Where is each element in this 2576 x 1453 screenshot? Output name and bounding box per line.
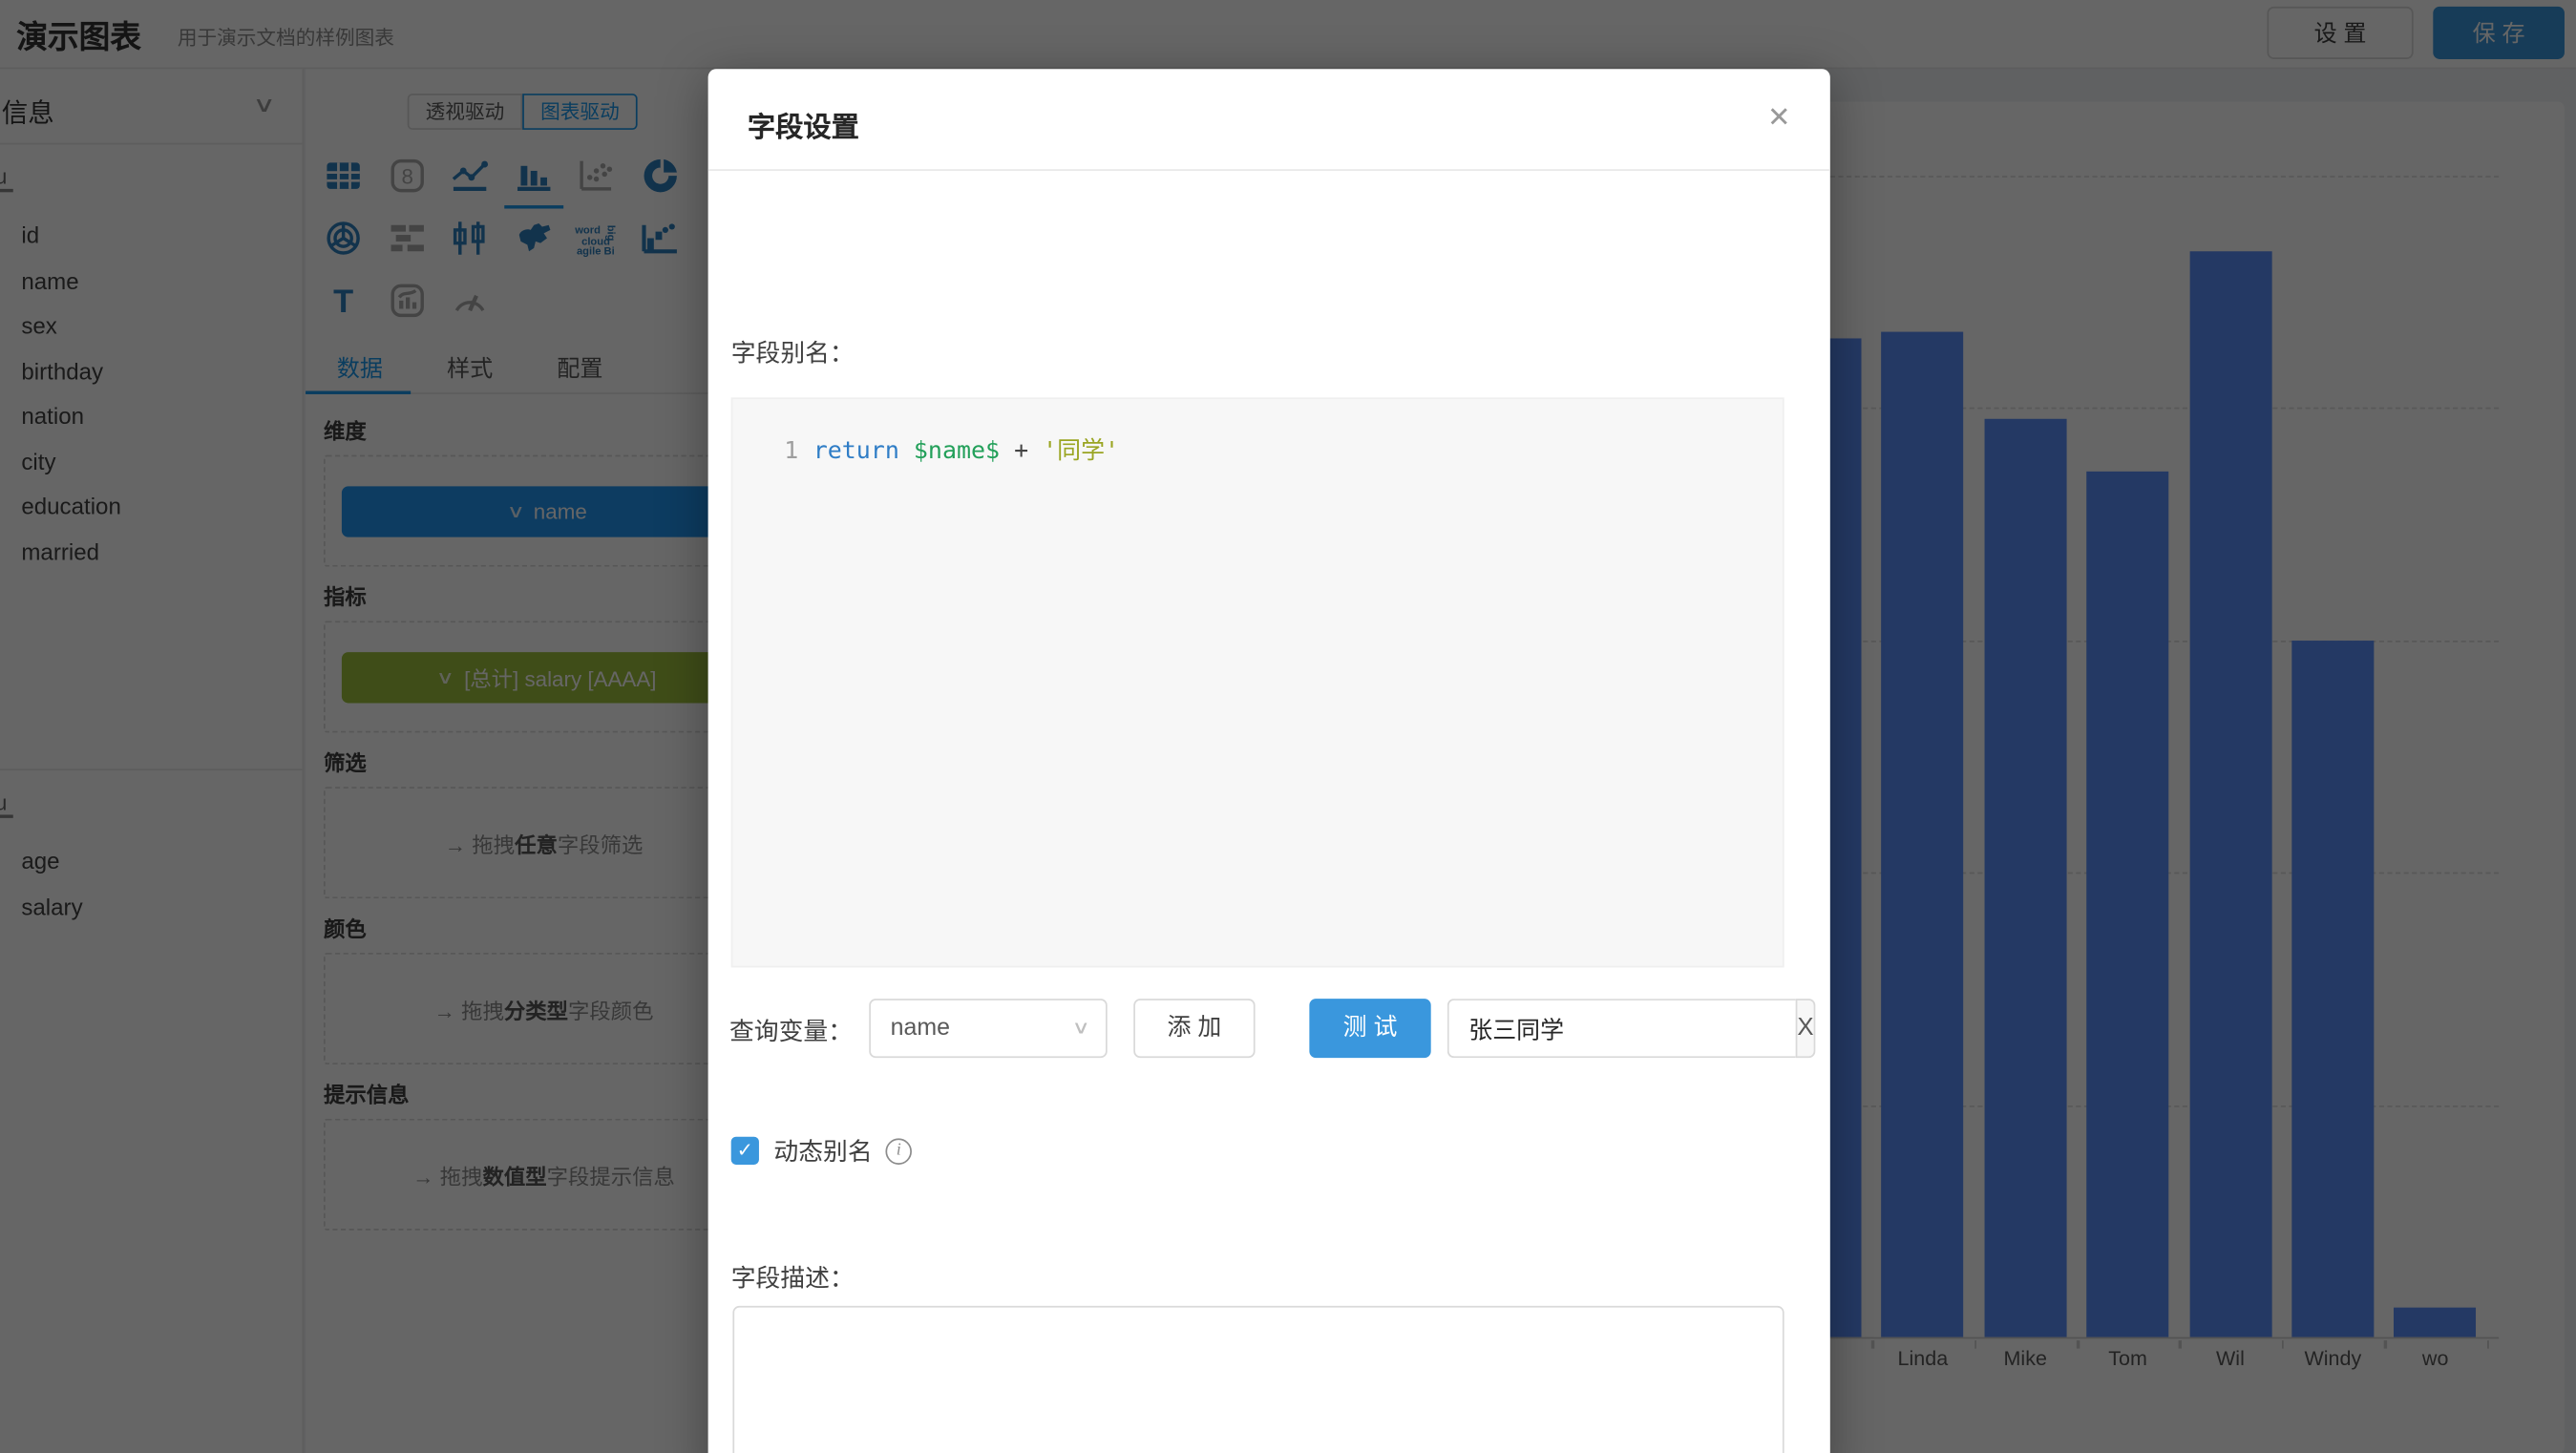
clear-button[interactable]: X: [1796, 999, 1816, 1058]
code-line: 1return $name$ + '同学': [732, 432, 1119, 467]
info-icon[interactable]: i: [885, 1138, 912, 1165]
dynamic-alias-row: ✓ 动态别名 i: [731, 1133, 912, 1168]
alias-label: 字段别名：: [731, 335, 855, 369]
test-result-group: X: [1447, 999, 1784, 1058]
variable-select-value: name: [891, 1015, 950, 1042]
variable-select[interactable]: name ∨: [869, 999, 1107, 1058]
chevron-down-icon: ∨: [1071, 1000, 1089, 1057]
modal-header: 字段设置 ✕: [708, 69, 1830, 171]
test-button[interactable]: 测 试: [1309, 999, 1430, 1058]
dynamic-alias-label: 动态别名: [773, 1133, 872, 1168]
test-result-input[interactable]: [1447, 999, 1796, 1058]
query-variable-row: 查询变量： name ∨ 添 加 测 试 X: [708, 999, 1830, 1058]
query-variable-label: 查询变量：: [729, 1014, 853, 1048]
description-textarea[interactable]: [732, 1306, 1784, 1453]
description-label: 字段描述：: [731, 1260, 855, 1295]
app: 演示图表 用于演示文档的样例图表 设 置 保 存 信息 ∨ u idnamese…: [0, 0, 2576, 1453]
line-number: 1: [732, 438, 798, 465]
modal-title: 字段设置: [748, 103, 859, 144]
alias-code-editor[interactable]: 1return $name$ + '同学': [731, 397, 1784, 967]
add-button[interactable]: 添 加: [1133, 999, 1255, 1058]
dynamic-alias-checkbox[interactable]: ✓: [731, 1137, 759, 1165]
close-icon[interactable]: ✕: [1767, 102, 1791, 135]
field-settings-modal: 字段设置 ✕ 字段别名： 1return $name$ + '同学' 查询变量：…: [708, 69, 1830, 1453]
